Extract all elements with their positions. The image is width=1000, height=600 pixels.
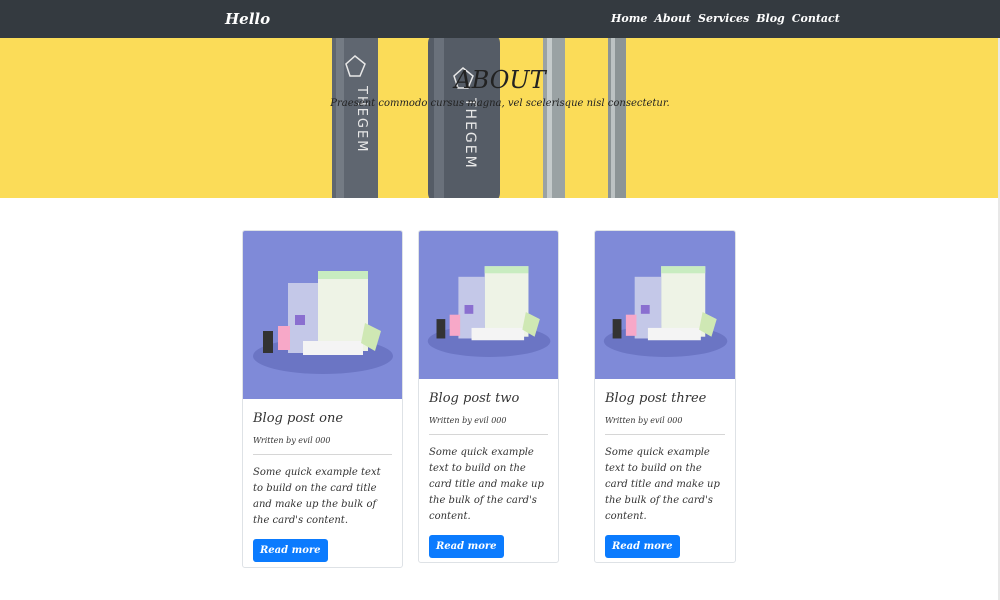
card-image-3 <box>595 231 735 379</box>
hero-banner: THEGEM THEGEM ABOUT Praesent commodo cur… <box>0 38 1000 198</box>
card-divider <box>605 434 725 435</box>
hero-product-image: THEGEM THEGEM <box>332 38 626 198</box>
navbar-brand[interactable]: Hello <box>225 10 270 28</box>
nav-link-contact[interactable]: Contact <box>792 12 840 25</box>
nav-link-blog[interactable]: Blog <box>756 12 785 25</box>
card-divider <box>429 434 548 435</box>
hero-title: ABOUT <box>454 66 546 94</box>
nav-link-about[interactable]: About <box>654 12 691 25</box>
card-text: Some quick example text to build on the … <box>605 447 720 522</box>
card-author: Written by evil 000 <box>253 436 331 445</box>
read-more-button[interactable]: Read more <box>253 539 328 562</box>
navbar: Hello Home About Services Blog Contact <box>0 0 1000 38</box>
card-title: Blog post three <box>605 391 707 406</box>
hero-subtitle: Praesent commodo cursus magna, vel scele… <box>330 98 670 109</box>
card-author: Written by evil 000 <box>605 416 683 425</box>
card-text: Some quick example text to build on the … <box>253 467 381 526</box>
card-title: Blog post two <box>429 391 520 406</box>
read-more-button[interactable]: Read more <box>429 535 504 558</box>
card-image-2 <box>419 231 558 379</box>
blog-card-1: Blog post one Written by evil 000 Some q… <box>242 230 403 568</box>
blog-card-3: Blog post three Written by evil 000 Some… <box>594 230 736 563</box>
card-image-1 <box>243 231 402 399</box>
card-title: Blog post one <box>253 411 344 426</box>
nav-links: Home About Services Blog Contact <box>611 12 840 25</box>
blog-card-2: Blog post two Written by evil 000 Some q… <box>418 230 559 563</box>
card-author: Written by evil 000 <box>429 416 507 425</box>
card-divider <box>253 454 392 455</box>
read-more-button[interactable]: Read more <box>605 535 680 558</box>
nav-link-home[interactable]: Home <box>611 12 647 25</box>
nav-link-services[interactable]: Services <box>698 12 749 25</box>
tube-text-1: THEGEM <box>354 85 369 153</box>
card-text: Some quick example text to build on the … <box>429 447 544 522</box>
